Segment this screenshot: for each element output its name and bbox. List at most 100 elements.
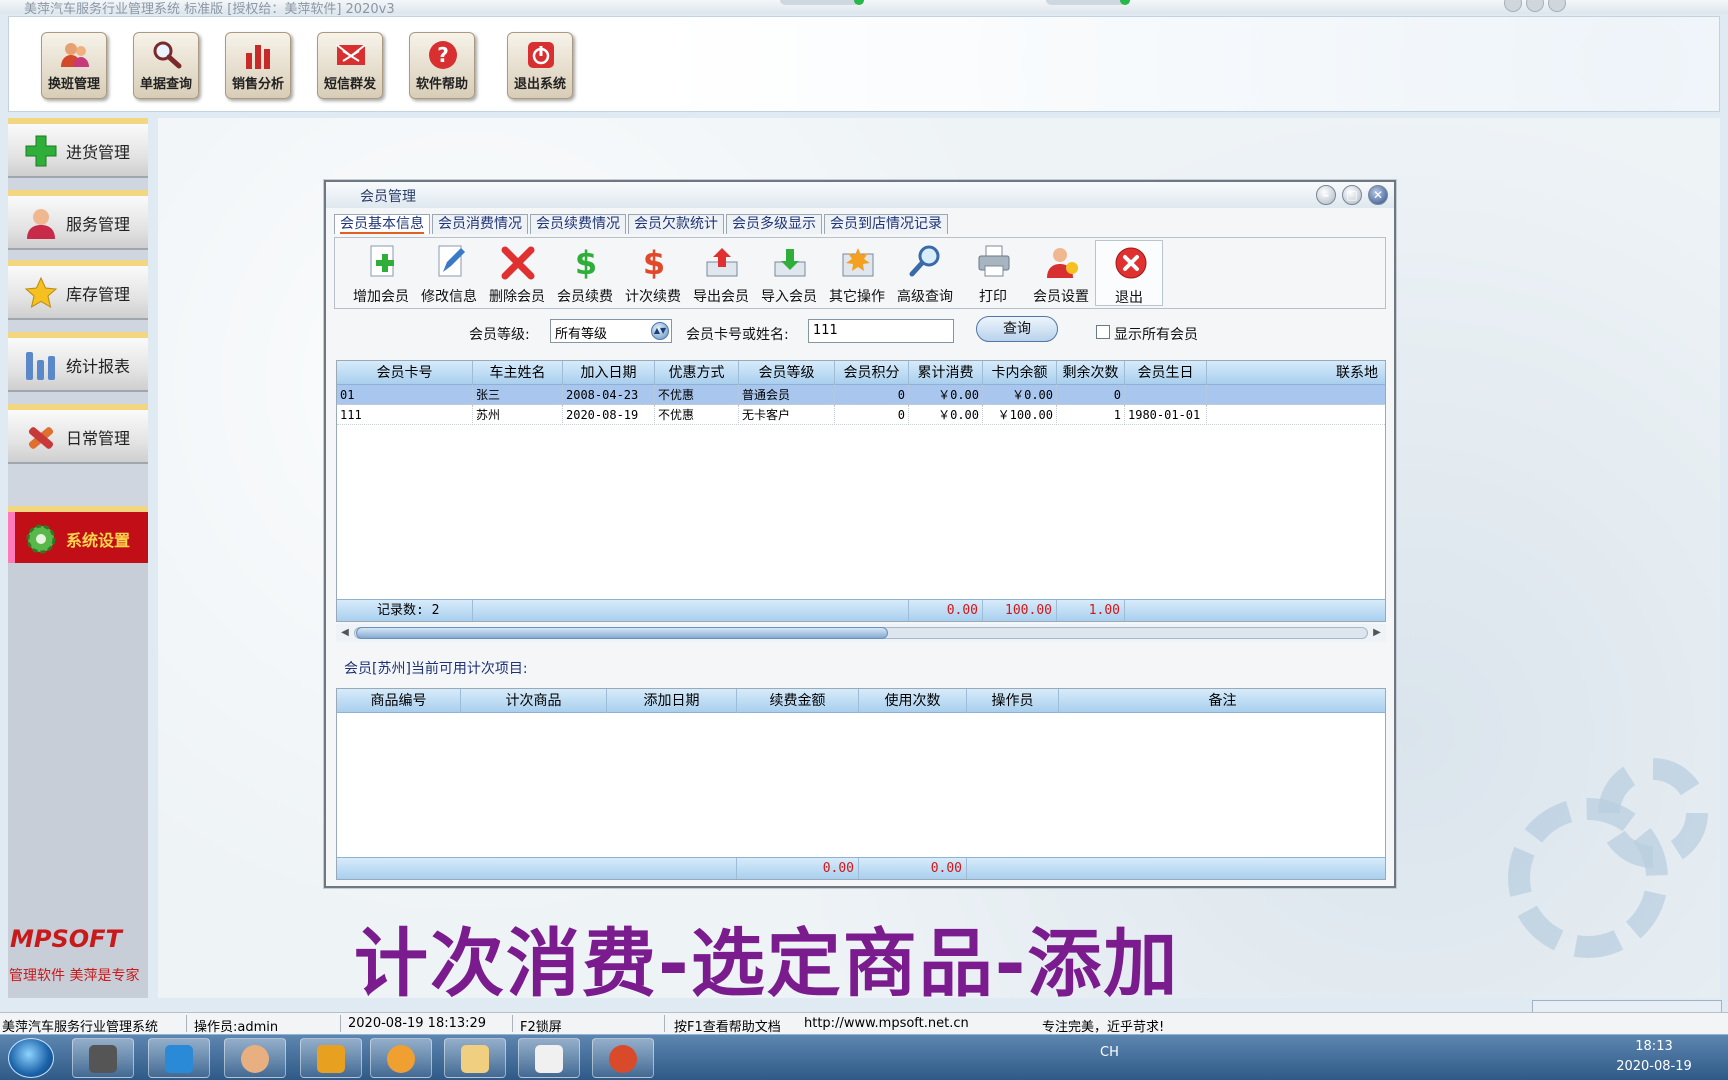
taskbar-app-7[interactable]	[518, 1038, 580, 1078]
column-header[interactable]: 会员生日	[1125, 361, 1207, 385]
footer-spacer	[337, 858, 737, 879]
column-header[interactable]: 剩余次数	[1057, 361, 1125, 385]
column-header[interactable]: 会员等级	[739, 361, 835, 385]
add-member-button[interactable]: 增加会员	[347, 240, 415, 306]
cell-remaining: 0	[1057, 385, 1125, 405]
scroll-thumb[interactable]	[356, 627, 888, 639]
column-header[interactable]: 联系地	[1207, 361, 1385, 385]
status-help-hint: 按F1查看帮助文档	[674, 1020, 781, 1035]
column-header[interactable]: 优惠方式	[655, 361, 739, 385]
cell-discount: 不优惠	[655, 385, 739, 405]
sms-broadcast-button[interactable]: 短信群发	[317, 32, 383, 99]
export-members-button[interactable]: 导出会员	[687, 240, 755, 306]
column-header[interactable]: 商品编号	[337, 689, 461, 713]
taskbar-app-4[interactable]	[300, 1038, 362, 1078]
cell-owner-name: 张三	[473, 385, 563, 405]
dialog-minimize-button[interactable]: –	[1316, 185, 1336, 205]
taskbar-app-1[interactable]	[72, 1038, 134, 1078]
taskbar-clock[interactable]: 18:13 2020-08-19	[1612, 1037, 1696, 1077]
shift-management-button[interactable]: 换班管理	[41, 32, 107, 99]
dialog-maximize-button[interactable]: □	[1342, 185, 1362, 205]
show-all-members-label: 显示所有会员	[1114, 327, 1198, 343]
dialog-tabs: 会员基本信息 会员消费情况 会员续费情况 会员欠款统计 会员多级显示 会员到店情况记录	[334, 214, 950, 234]
sidebar-item-daily[interactable]: 日常管理	[8, 404, 148, 464]
show-all-members-checkbox[interactable]	[1096, 325, 1110, 339]
sidebar-item-purchase[interactable]: 进货管理	[8, 118, 148, 178]
member-settings-button[interactable]: 会员设置	[1027, 240, 1095, 306]
document-query-button[interactable]: 单据查询	[133, 32, 199, 99]
start-button[interactable]	[8, 1038, 54, 1078]
cell-contact	[1207, 405, 1385, 425]
toolbar-label: 退出系统	[513, 77, 566, 92]
import-members-button[interactable]: 导入会员	[755, 240, 823, 306]
column-header[interactable]: 备注	[1059, 689, 1385, 713]
scroll-left-icon[interactable]: ◀	[338, 626, 352, 640]
close-button[interactable]	[1548, 0, 1566, 12]
taskbar-app-5[interactable]	[370, 1038, 432, 1078]
tray-language[interactable]: CH	[1100, 1045, 1119, 1060]
column-header[interactable]: 会员卡号	[337, 361, 473, 385]
column-header[interactable]: 累计消费	[909, 361, 983, 385]
column-header[interactable]: 续费金额	[737, 689, 859, 713]
total-remaining: 1.00	[1057, 600, 1125, 621]
sales-analysis-button[interactable]: 销售分析	[225, 32, 291, 99]
person-icon	[27, 209, 55, 239]
exit-system-button[interactable]: 退出系统	[507, 32, 573, 99]
tab-multilevel[interactable]: 会员多级显示	[726, 214, 822, 234]
sidebar-item-reports[interactable]: 统计报表	[8, 332, 148, 392]
column-header[interactable]: 使用次数	[859, 689, 967, 713]
card-or-name-input[interactable]: 111	[808, 319, 954, 343]
horizontal-scrollbar[interactable]: ◀ ▶	[336, 624, 1386, 642]
other-operations-button[interactable]: 其它操作	[823, 240, 891, 306]
software-help-button[interactable]: ? 软件帮助	[409, 32, 475, 99]
column-header[interactable]: 卡内余额	[983, 361, 1057, 385]
count-renewal-button[interactable]: $ 计次续费	[619, 240, 687, 306]
column-header[interactable]: 计次商品	[461, 689, 607, 713]
tab-visit-records[interactable]: 会员到店情况记录	[824, 214, 948, 234]
cell-balance: ￥0.00	[983, 385, 1057, 405]
member-level-select[interactable]: 所有等级 ▲▼	[550, 319, 672, 343]
taskbar-app-8[interactable]	[592, 1038, 654, 1078]
count-items-table: 商品编号 计次商品 添加日期 续费金额 使用次数 操作员 备注 0.00 0.0…	[336, 688, 1386, 880]
cell-discount: 不优惠	[655, 405, 739, 425]
column-header[interactable]: 会员积分	[835, 361, 909, 385]
delete-member-button[interactable]: 删除会员	[483, 240, 551, 306]
taskbar-app-6[interactable]	[444, 1038, 506, 1078]
tab-consumption[interactable]: 会员消费情况	[432, 214, 528, 234]
sidebar-item-service[interactable]: 服务管理	[8, 190, 148, 250]
column-header[interactable]: 添加日期	[607, 689, 737, 713]
edit-info-button[interactable]: 修改信息	[415, 240, 483, 306]
scroll-right-icon[interactable]: ▶	[1370, 626, 1384, 640]
exit-dialog-button[interactable]: 退出	[1095, 240, 1163, 306]
query-button[interactable]: 查询	[976, 316, 1058, 342]
column-header[interactable]: 车主姓名	[473, 361, 563, 385]
toolbar-label: 高级查询	[897, 289, 953, 305]
table-row[interactable]: 01 张三 2008-04-23 不优惠 普通会员 0 ￥0.00 ￥0.00 …	[337, 385, 1385, 405]
taskbar-app-3[interactable]	[224, 1038, 286, 1078]
print-button[interactable]: 打印	[959, 240, 1027, 306]
member-renewal-button[interactable]: $ 会员续费	[551, 240, 619, 306]
maximize-button[interactable]	[1526, 0, 1544, 12]
toolbar-label: 导出会员	[693, 289, 749, 305]
brand-slogan: 管理软件 美萍是专家	[9, 968, 140, 984]
sidebar-item-settings[interactable]: 系统设置	[8, 506, 148, 566]
taskbar-app-2[interactable]	[148, 1038, 210, 1078]
status-separator	[512, 1015, 513, 1032]
cell-total-spent: ￥0.00	[909, 385, 983, 405]
dialog-close-button[interactable]: ✕	[1368, 185, 1388, 205]
tab-arrears[interactable]: 会员欠款统计	[628, 214, 724, 234]
tab-renewal[interactable]: 会员续费情况	[530, 214, 626, 234]
tab-basic-info[interactable]: 会员基本信息	[334, 214, 430, 234]
card-or-name-label: 会员卡号或姓名:	[686, 327, 789, 343]
chevron-down-icon[interactable]: ▲▼	[651, 322, 669, 340]
sidebar-item-inventory[interactable]: 库存管理	[8, 260, 148, 320]
column-header[interactable]: 加入日期	[563, 361, 655, 385]
toolbar-label: 会员设置	[1033, 289, 1089, 305]
advanced-query-button[interactable]: 高级查询	[891, 240, 959, 306]
status-operator: 操作员:admin	[194, 1020, 279, 1035]
app-title: 美萍汽车服务行业管理系统 标准版 [授权给：美萍软件] 2020v3	[24, 2, 395, 17]
minimize-button[interactable]	[1504, 0, 1522, 12]
column-header[interactable]: 操作员	[967, 689, 1059, 713]
status-url[interactable]: http://www.mpsoft.net.cn	[804, 1016, 969, 1031]
table-row[interactable]: 111 苏州 2020-08-19 不优惠 无卡客户 0 ￥0.00 ￥100.…	[337, 405, 1385, 425]
